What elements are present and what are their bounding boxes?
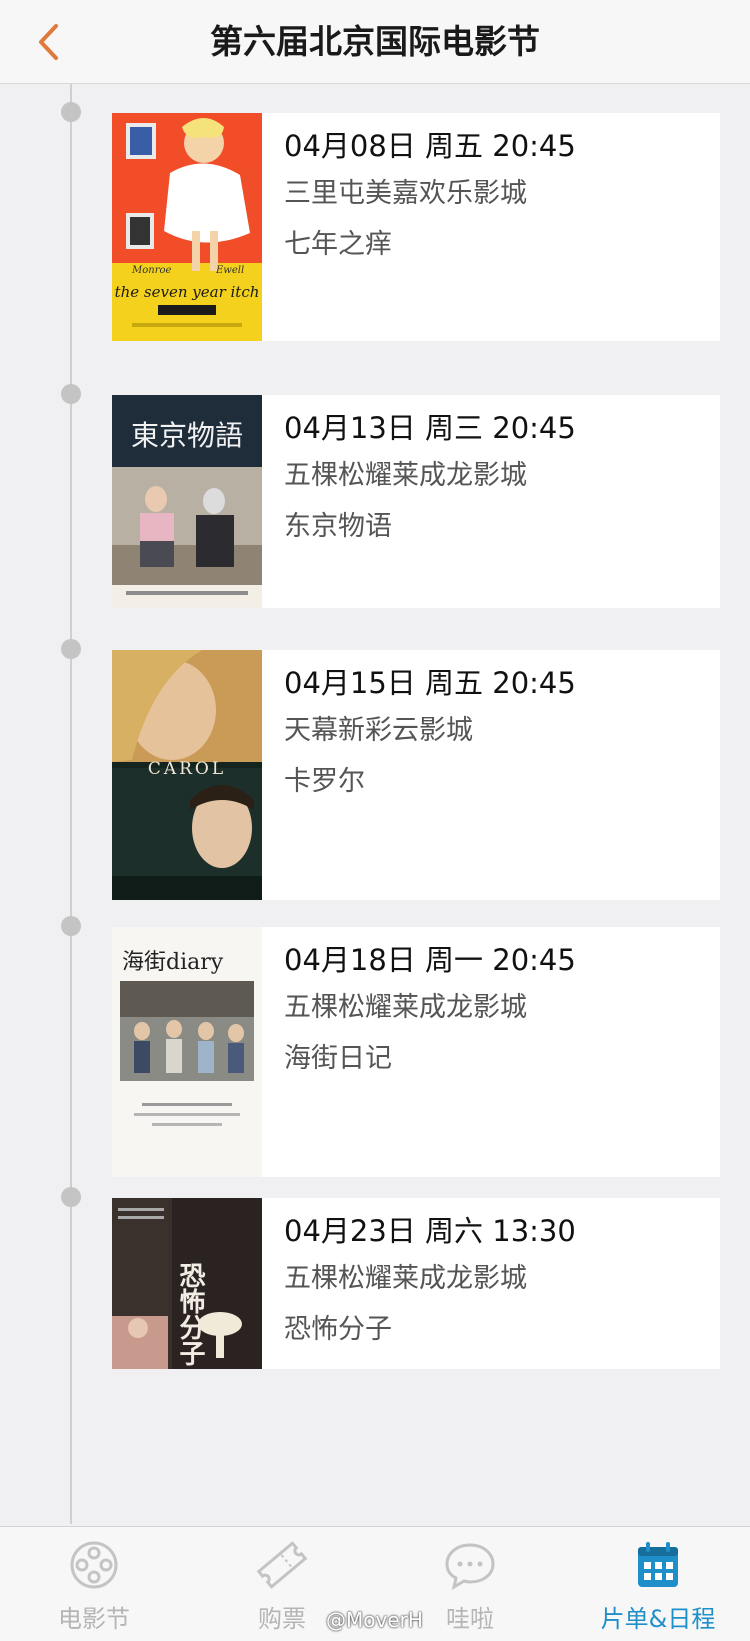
cinema-name: 三里屯美嘉欢乐影城	[284, 178, 527, 209]
svg-text:the seven year itch: the seven year itch	[115, 283, 260, 301]
svg-text:CAROL: CAROL	[148, 759, 226, 779]
chat-bubble-icon	[445, 1543, 495, 1591]
watermark: @MoverH	[326, 1608, 423, 1632]
cinema-name: 五棵松耀莱成龙影城	[284, 1263, 527, 1294]
cinema-name: 五棵松耀莱成龙影城	[284, 992, 527, 1023]
schedule-card[interactable]: 恐怖分子 04月23日 周六 13:30 五棵松耀莱成龙影城 恐怖分子	[112, 1198, 720, 1369]
timeline-dot	[61, 1187, 81, 1207]
screening-datetime: 04月18日 周一 20:45	[284, 943, 576, 977]
svg-text:恐怖分子: 恐怖分子	[175, 1262, 205, 1366]
screening-datetime: 04月13日 周三 20:45	[284, 411, 576, 445]
screening-datetime: 04月15日 周五 20:45	[284, 666, 576, 700]
tab-label: 片单&日程	[600, 1605, 716, 1633]
timeline-dot	[61, 639, 81, 659]
tab-film-festival[interactable]: 电影节	[0, 1527, 188, 1641]
poster-carol: CAROL	[112, 650, 262, 900]
nav-bar: 第六届北京国际电影节	[0, 0, 750, 84]
film-title: 卡罗尔	[284, 766, 365, 797]
poster-terrorizers: 恐怖分子	[112, 1198, 262, 1369]
schedule-card[interactable]: Monroe Ewell the seven year itch 04月08日 …	[112, 113, 720, 341]
cinema-name: 天幕新彩云影城	[284, 715, 473, 746]
film-reel-icon	[70, 1541, 118, 1589]
timeline-line	[70, 84, 72, 1524]
schedule-card[interactable]: 海街diary 04月18日 周一 20:45 五棵松耀莱成龙影城 海街日记	[112, 927, 720, 1177]
screening-datetime: 04月23日 周六 13:30	[284, 1214, 576, 1248]
ticket-icon	[256, 1541, 308, 1589]
film-title: 七年之痒	[284, 229, 392, 260]
svg-text:Monroe: Monroe	[131, 265, 172, 276]
svg-text:海街diary: 海街diary	[122, 950, 224, 975]
page-title: 第六届北京国际电影节	[210, 22, 540, 61]
timeline-dot	[61, 102, 81, 122]
tab-schedule[interactable]: 片单&日程	[564, 1527, 750, 1641]
film-title: 东京物语	[284, 511, 392, 542]
calendar-icon	[638, 1542, 678, 1587]
cinema-name: 五棵松耀莱成龙影城	[284, 460, 527, 491]
film-title: 恐怖分子	[284, 1314, 392, 1345]
timeline-dot	[61, 384, 81, 404]
screening-datetime: 04月08日 周五 20:45	[284, 129, 576, 163]
svg-text:Ewell: Ewell	[215, 265, 244, 276]
film-title: 海街日记	[284, 1043, 392, 1074]
tab-label: 电影节	[58, 1605, 130, 1633]
poster-our-little-sister: 海街diary	[112, 927, 262, 1177]
poster-tokyo-story: 東京物語	[112, 395, 262, 608]
poster-seven-year-itch: Monroe Ewell the seven year itch	[112, 113, 262, 341]
schedule-card[interactable]: CAROL 04月15日 周五 20:45 天幕新彩云影城 卡罗尔	[112, 650, 720, 900]
svg-text:東京物語: 東京物語	[131, 419, 243, 452]
schedule-card[interactable]: 東京物語 04月13日 周三 20:45 五棵松耀莱成龙影城 东京物语	[112, 395, 720, 608]
timeline-dot	[61, 916, 81, 936]
